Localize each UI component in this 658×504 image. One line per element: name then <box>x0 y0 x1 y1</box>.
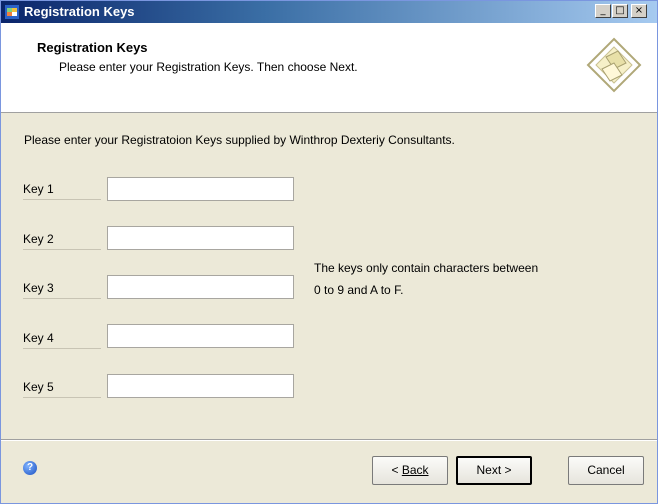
back-prefix: < <box>391 463 402 477</box>
key-5-label: Key 5 <box>23 380 101 398</box>
intro-text: Please enter your Registratoion Keys sup… <box>24 133 455 147</box>
key-3-input[interactable] <box>107 275 294 299</box>
key-1-input[interactable] <box>107 177 294 201</box>
key-2-label: Key 2 <box>23 232 101 250</box>
note-line-2: 0 to 9 and A to F. <box>314 283 404 297</box>
key-2-input[interactable] <box>107 226 294 250</box>
registration-dialog: Registration Keys _ □ × Registration Key… <box>0 0 658 504</box>
back-button[interactable]: < Back <box>372 456 448 485</box>
next-button[interactable]: Next > <box>456 456 532 485</box>
note-line-1: The keys only contain characters between <box>314 261 539 275</box>
title-bar[interactable]: Registration Keys _ □ × <box>1 1 657 23</box>
close-button[interactable]: × <box>631 4 647 18</box>
minimize-button[interactable]: _ <box>595 4 611 18</box>
key-4-input[interactable] <box>107 324 294 348</box>
key-3-label: Key 3 <box>23 281 101 299</box>
app-icon <box>5 5 19 19</box>
page-title: Registration Keys <box>37 40 148 55</box>
footer-separator <box>1 439 657 441</box>
cancel-button[interactable]: Cancel <box>568 456 644 485</box>
page-subtitle: Please enter your Registration Keys. The… <box>59 60 358 74</box>
maximize-button[interactable]: □ <box>612 4 628 18</box>
key-format-note: The keys only contain characters between… <box>314 257 614 301</box>
help-icon[interactable]: ? <box>23 461 37 475</box>
key-5-input[interactable] <box>107 374 294 398</box>
key-4-label: Key 4 <box>23 331 101 349</box>
window-title: Registration Keys <box>24 4 135 19</box>
wizard-diamond-icon <box>586 37 642 93</box>
key-1-label: Key 1 <box>23 182 101 200</box>
wizard-header: Registration Keys Please enter your Regi… <box>1 23 657 113</box>
back-label: Back <box>401 463 429 477</box>
